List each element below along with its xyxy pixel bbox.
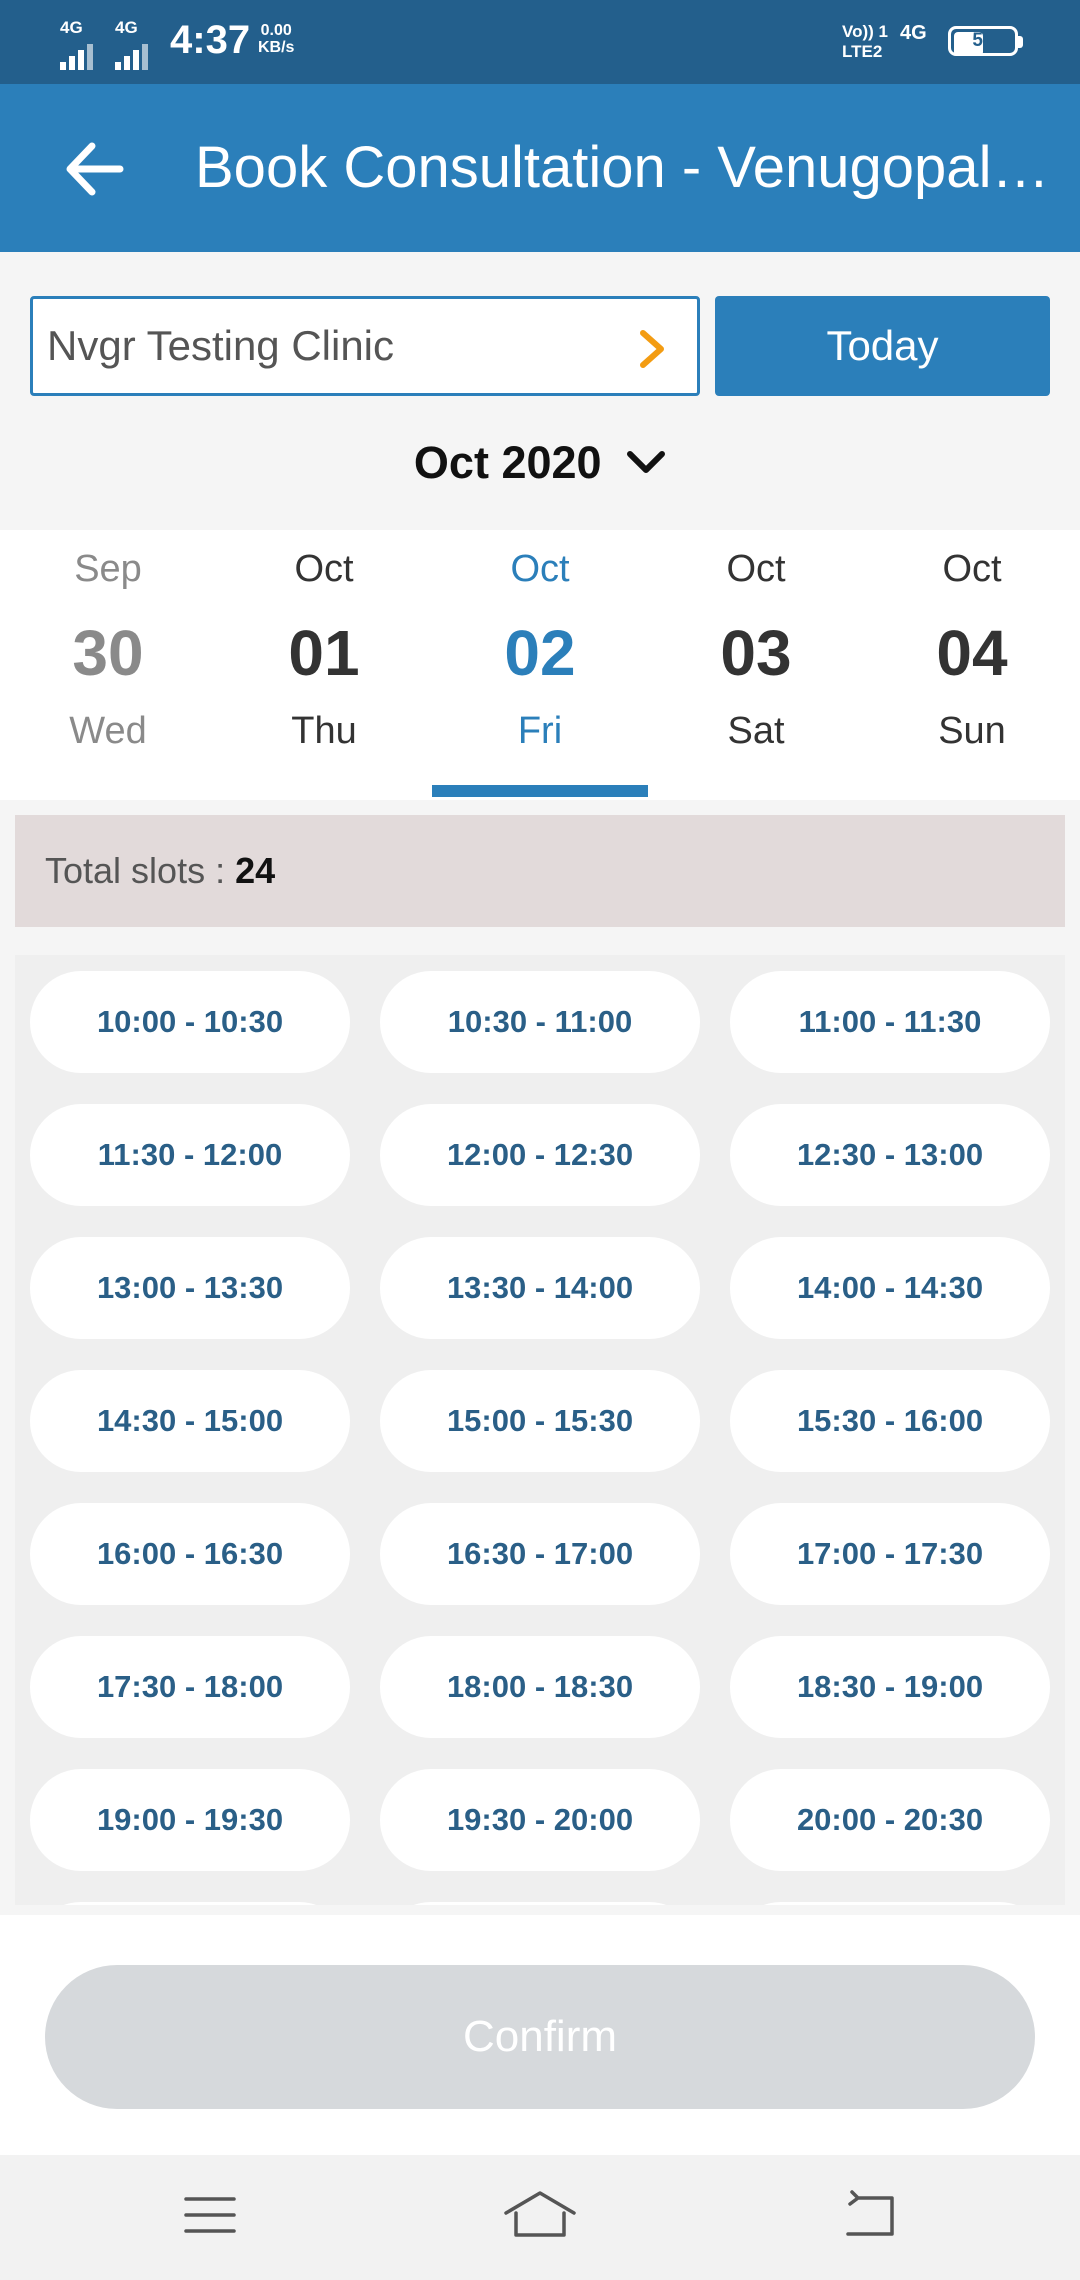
network-type-2: 4G	[115, 18, 138, 37]
volte-top: Vo)) 1	[842, 22, 888, 41]
battery-tip	[1018, 36, 1023, 48]
date-weekday: Wed	[69, 710, 147, 752]
time-slot-button[interactable]: 14:00 - 14:30	[730, 1237, 1050, 1339]
clinic-selector[interactable]: Nvgr Testing Clinic	[30, 296, 700, 396]
chevron-down-icon	[627, 451, 666, 474]
total-slots-banner: Total slots : 24	[15, 815, 1065, 927]
date-month: Oct	[510, 548, 570, 590]
status-bar: 4G 4G 4:37 0.00 KB/s Vo)) 1 LTE2 4G 51	[0, 0, 1080, 84]
arrow-left-icon	[66, 142, 124, 196]
network-type-3: 4G	[900, 22, 927, 44]
home-button[interactable]	[500, 2185, 580, 2245]
confirm-button[interactable]: Confirm	[45, 1965, 1035, 2109]
time-slot-button[interactable]: 18:00 - 18:30	[380, 1636, 700, 1738]
selected-date-indicator	[432, 785, 648, 797]
time-slot-button[interactable]: 19:30 - 20:00	[380, 1769, 700, 1871]
time-slot-button[interactable]	[380, 1902, 700, 1905]
date-day: 02	[504, 617, 576, 689]
date-month: Oct	[942, 548, 1002, 590]
speed-value: 0.00	[260, 22, 292, 39]
network-speed: 0.00 KB/s	[258, 22, 294, 56]
date-item[interactable]: Oct 02 Fri	[432, 530, 648, 800]
time-slot-button[interactable]: 12:30 - 13:00	[730, 1104, 1050, 1206]
back-button[interactable]	[50, 124, 140, 214]
time-slot-button[interactable]: 10:30 - 11:00	[380, 971, 700, 1073]
speed-unit: KB/s	[258, 39, 295, 56]
date-day: 01	[288, 617, 360, 689]
app-bar: Book Consultation - Venugopal…	[0, 84, 1080, 252]
time-slot-button[interactable]: 15:00 - 15:30	[380, 1370, 700, 1472]
battery-percent: 51	[972, 30, 994, 51]
today-button[interactable]: Today	[715, 296, 1050, 396]
time-slot-button[interactable]: 18:30 - 19:00	[730, 1636, 1050, 1738]
date-day: 30	[72, 617, 144, 689]
date-weekday: Thu	[291, 710, 357, 752]
time-slot-button[interactable]: 19:00 - 19:30	[30, 1769, 350, 1871]
time-slot-button[interactable]: 20:00 - 20:30	[730, 1769, 1050, 1871]
clinic-name: Nvgr Testing Clinic	[47, 322, 395, 369]
time-slot-button[interactable]	[730, 1902, 1050, 1905]
chevron-right-icon	[640, 330, 664, 368]
booking-controls: Nvgr Testing Clinic Today Oct 2020	[0, 252, 1080, 530]
back-nav-button[interactable]	[830, 2185, 910, 2245]
date-weekday: Sat	[727, 710, 785, 752]
month-selector[interactable]: Oct 2020	[0, 437, 1080, 497]
time-slot-button[interactable]: 13:00 - 13:30	[30, 1237, 350, 1339]
date-strip: Sep 30 Wed Oct 01 Thu Oct 02 Fri Oct 03 …	[0, 530, 1080, 800]
time-slot-button[interactable]: 15:30 - 16:00	[730, 1370, 1050, 1472]
network-type-1: 4G	[60, 18, 83, 37]
date-day: 03	[720, 617, 792, 689]
date-month: Oct	[294, 548, 354, 590]
total-slots-value: 24	[235, 850, 276, 891]
system-nav-bar	[0, 2155, 1080, 2280]
time-slot-button[interactable]: 14:30 - 15:00	[30, 1370, 350, 1472]
date-item[interactable]: Oct 03 Sat	[648, 530, 864, 800]
menu-button[interactable]	[170, 2185, 250, 2245]
date-item[interactable]: Oct 04 Sun	[864, 530, 1080, 800]
signal-bars-icon	[60, 44, 100, 70]
total-slots-label: Total slots :	[45, 850, 236, 891]
time-slot-button[interactable]: 17:00 - 17:30	[730, 1503, 1050, 1605]
date-day: 04	[936, 617, 1008, 689]
volte-indicator: Vo)) 1 LTE2	[842, 22, 888, 62]
time-slot-button[interactable]: 12:00 - 12:30	[380, 1104, 700, 1206]
back-nav-icon	[846, 2190, 894, 2236]
home-icon	[504, 2191, 576, 2237]
date-weekday: Sun	[938, 710, 1006, 752]
volte-bottom: LTE2	[842, 42, 883, 61]
battery-icon: 51	[948, 26, 1018, 56]
time-slot-button[interactable]: 10:00 - 10:30	[30, 971, 350, 1073]
time-slot-button[interactable]: 17:30 - 18:00	[30, 1636, 350, 1738]
menu-icon	[184, 2197, 236, 2233]
month-label: Oct 2020	[413, 437, 602, 488]
signal-bars-icon	[115, 44, 155, 70]
clock: 4:37	[170, 18, 251, 62]
time-slot-button[interactable]: 11:30 - 12:00	[30, 1104, 350, 1206]
confirm-area: Confirm	[0, 1915, 1080, 2155]
time-slot-button[interactable]: 11:00 - 11:30	[730, 971, 1050, 1073]
time-slot-grid[interactable]: 10:00 - 10:30 10:30 - 11:00 11:00 - 11:30 1…	[15, 955, 1065, 1905]
date-item[interactable]: Sep 30 Wed	[0, 530, 216, 800]
date-weekday: Fri	[517, 710, 563, 752]
time-slot-button[interactable]: 16:30 - 17:00	[380, 1503, 700, 1605]
time-slot-button[interactable]: 16:00 - 16:30	[30, 1503, 350, 1605]
page-title: Book Consultation - Venugopal…	[195, 135, 1050, 200]
time-slot-button[interactable]: 13:30 - 14:00	[380, 1237, 700, 1339]
date-month: Oct	[726, 548, 786, 590]
time-slot-button[interactable]	[30, 1902, 350, 1905]
date-item[interactable]: Oct 01 Thu	[216, 530, 432, 800]
date-month: Sep	[74, 548, 142, 590]
